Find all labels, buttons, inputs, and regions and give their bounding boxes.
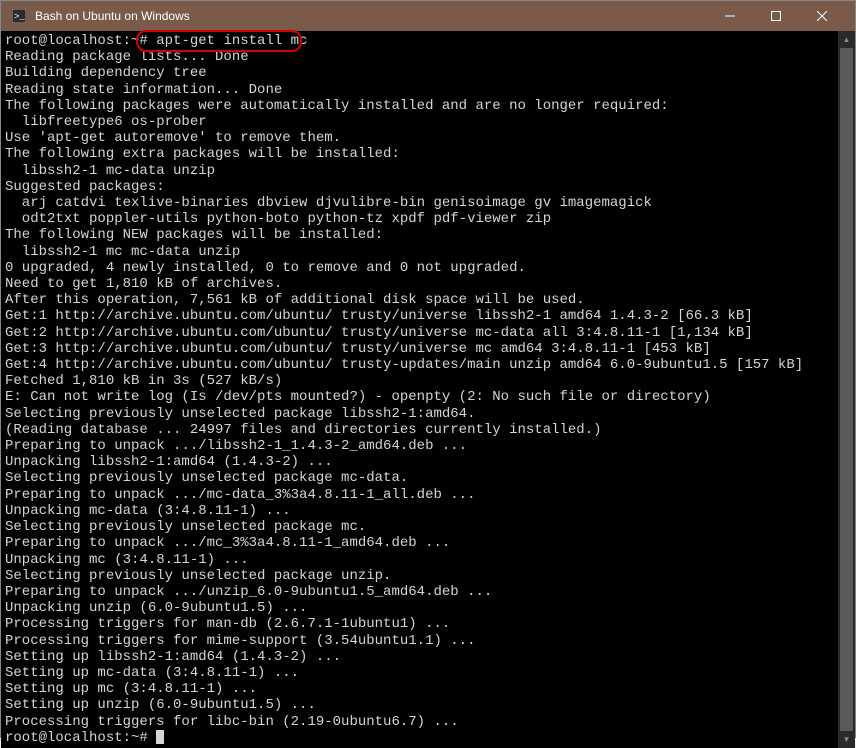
window-controls [707, 1, 845, 31]
output-line: Processing triggers for libc-bin (2.19-0… [5, 714, 834, 730]
scroll-up-arrow-icon[interactable]: ▲ [838, 31, 855, 48]
output-line: Preparing to unpack .../mc-data_3%3a4.8.… [5, 487, 834, 503]
terminal-content[interactable]: root@localhost:~# apt-get install mcRead… [1, 31, 838, 748]
svg-text:>_: >_ [14, 12, 25, 22]
command-text: apt-get install mc [156, 33, 307, 49]
output-line: Building dependency tree [5, 65, 834, 81]
terminal-output: Reading package lists... DoneBuilding de… [5, 49, 834, 730]
prompt: root@localhost:~# [5, 33, 148, 49]
output-line: Get:4 http://archive.ubuntu.com/ubuntu/ … [5, 357, 834, 373]
output-line: The following extra packages will be ins… [5, 146, 834, 162]
output-line: Unpacking libssh2-1:amd64 (1.4.3-2) ... [5, 454, 834, 470]
output-line: Need to get 1,810 kB of archives. [5, 276, 834, 292]
output-line: After this operation, 7,561 kB of additi… [5, 292, 834, 308]
output-line: 0 upgraded, 4 newly installed, 0 to remo… [5, 260, 834, 276]
output-line: Setting up mc (3:4.8.11-1) ... [5, 681, 834, 697]
close-button[interactable] [799, 1, 845, 31]
output-line: The following packages were automaticall… [5, 98, 834, 114]
maximize-icon [771, 11, 781, 21]
window-title: Bash on Ubuntu on Windows [35, 9, 707, 23]
output-line: E: Can not write log (Is /dev/pts mounte… [5, 389, 834, 405]
output-line: (Reading database ... 24997 files and di… [5, 422, 834, 438]
scrollbar-thumb[interactable] [840, 48, 853, 731]
output-line: odt2txt poppler-utils python-boto python… [5, 211, 834, 227]
close-icon [817, 11, 827, 21]
output-line: Selecting previously unselected package … [5, 406, 834, 422]
output-line: Preparing to unpack .../libssh2-1_1.4.3-… [5, 438, 834, 454]
output-line: Selecting previously unselected package … [5, 519, 834, 535]
output-line: Fetched 1,810 kB in 3s (527 kB/s) [5, 373, 834, 389]
output-line: The following NEW packages will be insta… [5, 227, 834, 243]
titlebar[interactable]: >_ Bash on Ubuntu on Windows [1, 1, 855, 31]
output-line: Get:3 http://archive.ubuntu.com/ubuntu/ … [5, 341, 834, 357]
output-line: Preparing to unpack .../unzip_6.0-9ubunt… [5, 584, 834, 600]
minimize-button[interactable] [707, 1, 753, 31]
output-line: Setting up mc-data (3:4.8.11-1) ... [5, 665, 834, 681]
scrollbar-track[interactable] [838, 48, 855, 731]
output-line: Reading state information... Done [5, 82, 834, 98]
output-line: Unpacking unzip (6.0-9ubuntu1.5) ... [5, 600, 834, 616]
terminal-window: >_ Bash on Ubuntu on Windows [0, 0, 856, 738]
minimize-icon [725, 11, 735, 21]
output-line: Get:2 http://archive.ubuntu.com/ubuntu/ … [5, 325, 834, 341]
output-line: Use 'apt-get autoremove' to remove them. [5, 130, 834, 146]
terminal-area: root@localhost:~# apt-get install mcRead… [1, 31, 855, 748]
output-line: arj catdvi texlive-binaries dbview djvul… [5, 195, 834, 211]
output-line: Selecting previously unselected package … [5, 568, 834, 584]
app-icon: >_ [11, 8, 27, 24]
output-line: libssh2-1 mc mc-data unzip [5, 244, 834, 260]
output-line: Setting up libssh2-1:amd64 (1.4.3-2) ... [5, 649, 834, 665]
output-line: Reading package lists... Done [5, 49, 834, 65]
output-line: Unpacking mc (3:4.8.11-1) ... [5, 552, 834, 568]
cursor-icon [156, 730, 164, 744]
output-line: Unpacking mc-data (3:4.8.11-1) ... [5, 503, 834, 519]
output-line: Preparing to unpack .../mc_3%3a4.8.11-1_… [5, 535, 834, 551]
output-line: Selecting previously unselected package … [5, 470, 834, 486]
output-line: Suggested packages: [5, 179, 834, 195]
scrollbar[interactable]: ▲ ▼ [838, 31, 855, 748]
output-line: Get:1 http://archive.ubuntu.com/ubuntu/ … [5, 308, 834, 324]
output-line: Setting up unzip (6.0-9ubuntu1.5) ... [5, 697, 834, 713]
output-line: libfreetype6 os-prober [5, 114, 834, 130]
output-line: Processing triggers for mime-support (3.… [5, 633, 834, 649]
scroll-down-arrow-icon[interactable]: ▼ [838, 731, 855, 748]
output-line: libssh2-1 mc-data unzip [5, 163, 834, 179]
output-line: Processing triggers for man-db (2.6.7.1-… [5, 616, 834, 632]
maximize-button[interactable] [753, 1, 799, 31]
